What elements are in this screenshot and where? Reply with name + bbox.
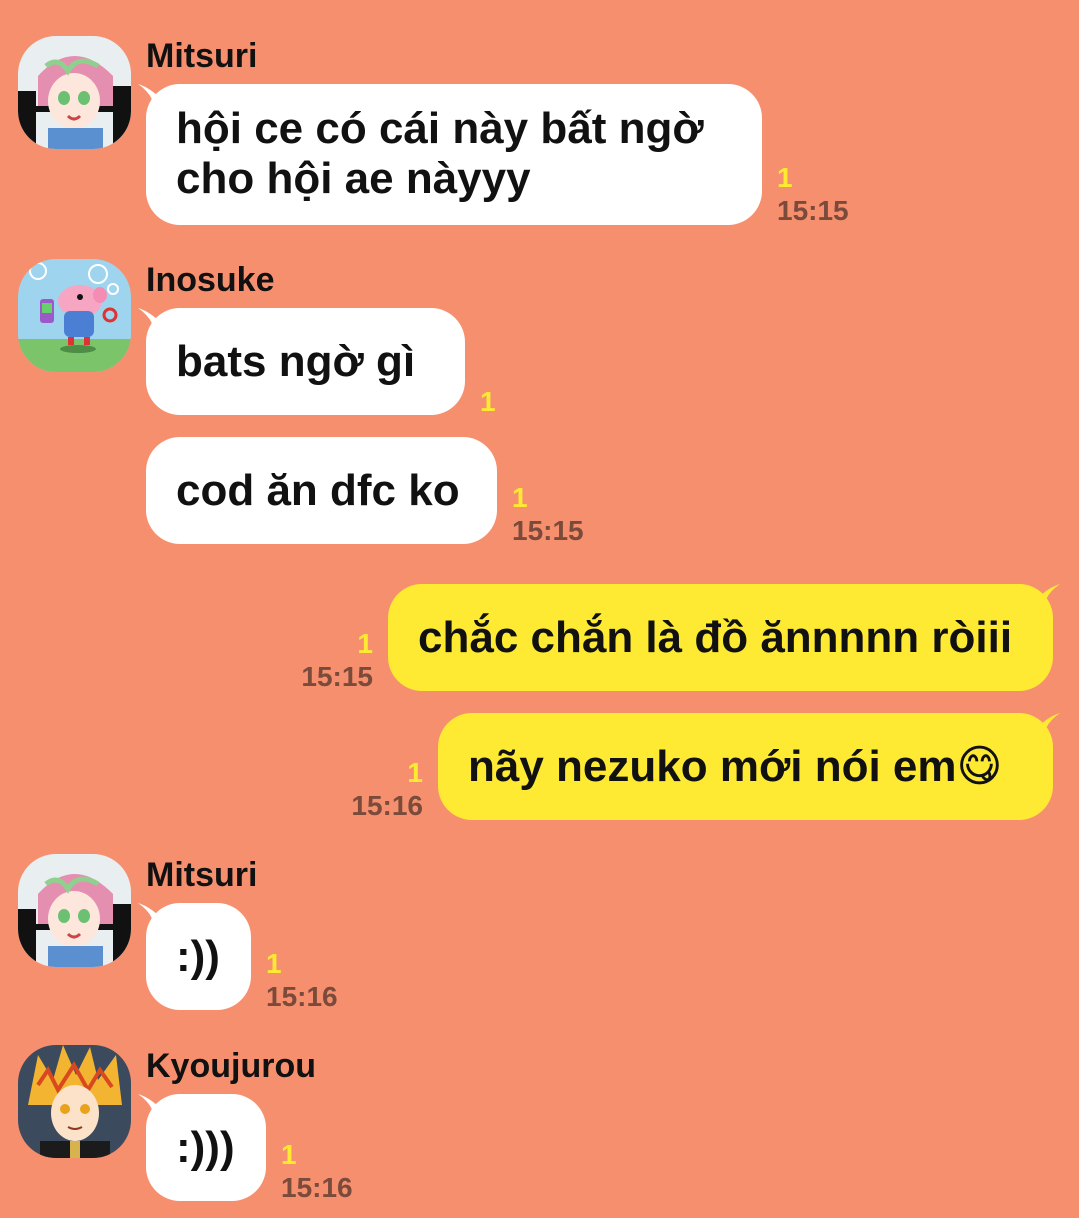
message-text: :)) [176, 932, 220, 981]
timestamp: 15:16 [351, 790, 423, 821]
unread-count: 1 [281, 1139, 297, 1170]
mitsuri-avatar-icon [18, 854, 131, 967]
message-bubble[interactable]: hội ce có cái này bất ngờ cho hội ae này… [146, 84, 762, 225]
unread-count: 1 [512, 482, 528, 513]
sender-name: Inosuke [146, 261, 275, 299]
unread-count: 1 [480, 386, 496, 417]
avatar-mitsuri[interactable] [18, 36, 131, 149]
timestamp: 15:15 [512, 515, 584, 546]
my-message-bubble[interactable]: chắc chắn là đồ ănnnnn ròiii [388, 584, 1053, 691]
unread-count: 1 [266, 948, 282, 979]
sender-name: Kyoujurou [146, 1047, 316, 1085]
message-text: nãy nezuko mới nói em😋 [468, 742, 1003, 791]
message-text-line: hội ce có cái này bất ngờ [176, 104, 704, 153]
avatar-kyoujurou[interactable] [18, 1045, 131, 1158]
message-text: chắc chắn là đồ ănnnnn ròiii [418, 613, 1013, 662]
unread-count: 1 [407, 757, 423, 788]
message-text: :))) [176, 1123, 235, 1172]
message-text: bats ngờ gì [176, 337, 416, 386]
avatar-mitsuri[interactable] [18, 854, 131, 967]
mitsuri-avatar-icon [18, 36, 131, 149]
sender-name: Mitsuri [146, 856, 258, 894]
sender-name: Mitsuri [146, 37, 258, 75]
unread-count: 1 [357, 628, 373, 659]
bubble-tail [1030, 584, 1060, 614]
message-bubble[interactable]: :)) [146, 903, 251, 1010]
timestamp: 15:15 [777, 195, 849, 226]
timestamp: 15:16 [281, 1172, 353, 1203]
peppa-pig-avatar-icon [18, 259, 131, 372]
unread-count: 1 [777, 162, 793, 193]
kyoujurou-avatar-icon [18, 1045, 131, 1158]
timestamp: 15:16 [266, 981, 338, 1012]
avatar-inosuke[interactable] [18, 259, 131, 372]
my-message-bubble[interactable]: nãy nezuko mới nói em😋 [438, 713, 1053, 820]
timestamp: 15:15 [301, 661, 373, 692]
message-bubble[interactable]: :))) [146, 1094, 266, 1201]
message-bubble[interactable]: bats ngờ gì [146, 308, 465, 415]
message-text-line: cho hội ae nàyyy [176, 154, 531, 203]
bubble-tail [1030, 713, 1060, 743]
message-bubble[interactable]: cod ăn dfc ko [146, 437, 497, 544]
message-text: cod ăn dfc ko [176, 466, 460, 515]
